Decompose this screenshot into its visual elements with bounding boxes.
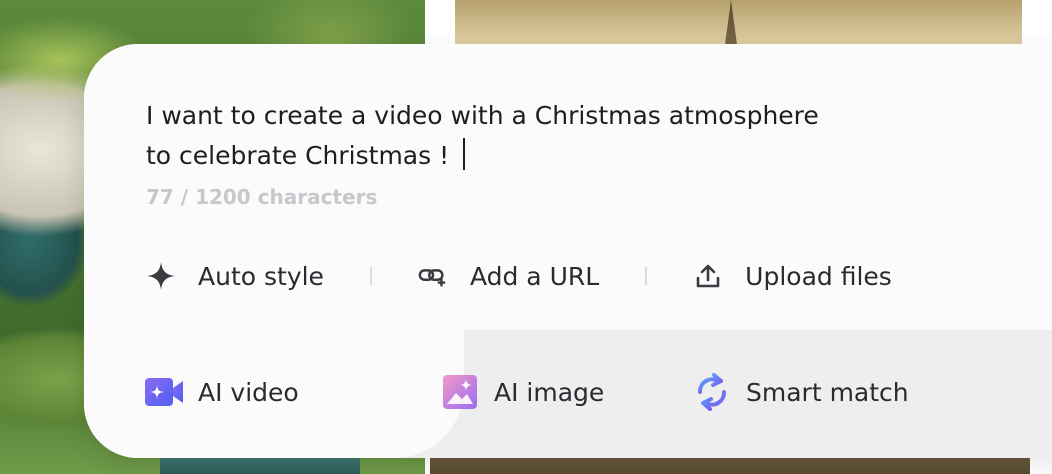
app-stage: I want to create a video with a Christma…: [0, 0, 1052, 474]
add-url-label: Add a URL: [469, 261, 600, 291]
upload-files-button[interactable]: Upload files: [693, 261, 892, 291]
prompt-line-2-text: to celebrate Christmas !: [146, 141, 450, 170]
upload-files-label: Upload files: [745, 261, 892, 291]
link-icon: [418, 261, 448, 291]
prompt-line-2: to celebrate Christmas !: [146, 136, 906, 176]
tab-ai-image[interactable]: AI image: [440, 374, 604, 410]
tab-smart-match-label: Smart match: [746, 377, 909, 407]
text-caret: [463, 138, 466, 170]
add-url-button[interactable]: Add a URL: [418, 261, 599, 291]
tab-ai-video[interactable]: AI video: [144, 374, 299, 410]
prompt-composer-card: I want to create a video with a Christma…: [84, 44, 1052, 458]
auto-style-label: Auto style: [198, 261, 324, 291]
refresh-icon: [692, 373, 732, 411]
character-counter: 77 / 1200 characters: [146, 185, 378, 209]
prompt-input[interactable]: I want to create a video with a Christma…: [146, 96, 906, 176]
toolbar-divider: [645, 267, 648, 285]
prompt-line-1: I want to create a video with a Christma…: [146, 101, 819, 130]
tab-ai-video-label: AI video: [198, 377, 299, 407]
composer-toolbar: Auto style Add a URL Upload files: [146, 256, 892, 296]
video-camera-icon: [144, 374, 184, 410]
upload-icon: [693, 261, 723, 291]
tab-ai-image-label: AI image: [494, 377, 605, 407]
auto-style-button[interactable]: Auto style: [146, 261, 324, 291]
sparkle-icon: [146, 261, 176, 291]
tab-smart-match[interactable]: Smart match: [692, 373, 909, 411]
toolbar-divider: [369, 267, 372, 285]
image-icon: [440, 374, 480, 410]
